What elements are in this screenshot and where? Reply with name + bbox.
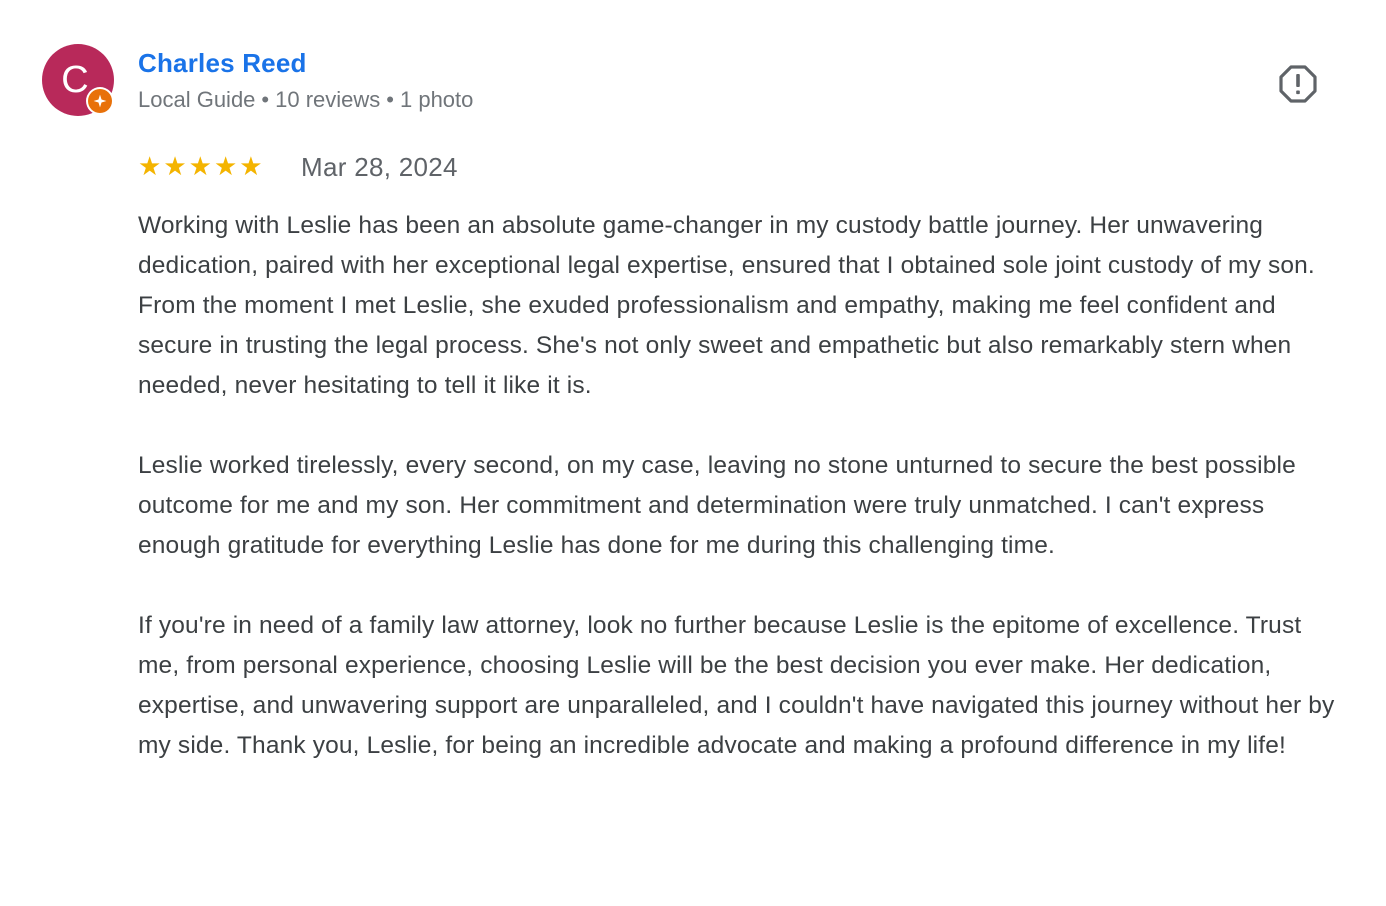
star-icon: ★ (188, 151, 212, 181)
review-text: Working with Leslie has been an absolute… (138, 206, 1343, 766)
review-date: Mar 28, 2024 (301, 152, 458, 182)
star-icon: ★ (239, 151, 263, 181)
meta-separator: • (386, 87, 394, 112)
report-flag-icon (1279, 65, 1317, 103)
avatar-initial: C (61, 59, 89, 101)
reviewer-name[interactable]: Charles Reed (138, 48, 307, 79)
review-paragraph: Working with Leslie has been an absolute… (138, 212, 1315, 399)
star-icon: ★ (138, 151, 162, 181)
review-count: 10 reviews (275, 87, 381, 112)
local-guide-label: Local Guide (138, 87, 256, 112)
star-icon: ★ (163, 151, 187, 181)
star-rating: ★ ★ ★ ★ ★ (138, 152, 263, 180)
local-guide-badge-icon (86, 87, 114, 115)
meta-separator: • (261, 87, 270, 112)
reviewer-meta: Local Guide • 10 reviews • 1 photo (138, 87, 473, 113)
report-review-button[interactable] (1278, 64, 1318, 104)
photo-count: 1 photo (399, 87, 474, 112)
review-paragraph: Leslie worked tirelessly, every second, … (138, 452, 1296, 559)
star-icon: ★ (213, 151, 238, 181)
review-paragraph: If you're in need of a family law attorn… (138, 612, 1335, 759)
